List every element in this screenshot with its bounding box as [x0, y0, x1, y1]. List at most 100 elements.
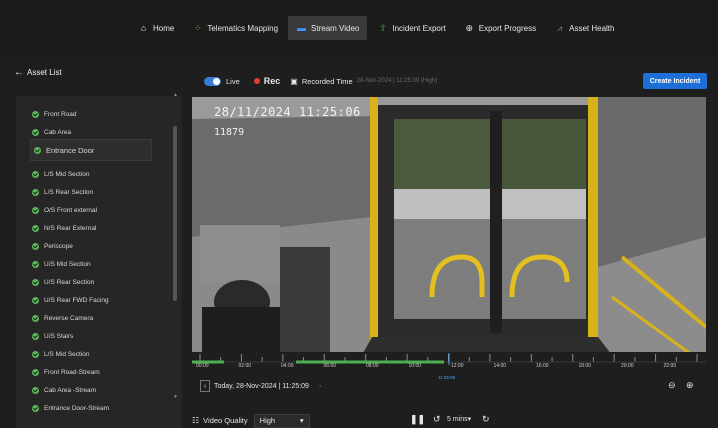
nav-item-label: Telematics Mapping	[207, 23, 279, 33]
forward-icon[interactable]: ↻	[482, 414, 490, 425]
video-feed[interactable]: 28/11/2024 11:25:06 11879	[192, 97, 706, 355]
asset-label: Entrance Door-Stream	[44, 404, 110, 412]
zoom-out-icon[interactable]: ⊖	[668, 380, 676, 391]
asset-label: Cab Area -Stream	[44, 386, 97, 394]
check-circle-icon	[32, 242, 39, 250]
back-to-asset-list[interactable]: ← Asset List	[14, 67, 62, 78]
scroll-down-arrow-icon[interactable]: ▼	[173, 394, 178, 400]
next-day-button[interactable]: ›	[319, 383, 321, 390]
asset-list-item[interactable]: Cab Area -Stream	[32, 382, 96, 398]
asset-label: U/S Stairs	[44, 332, 74, 340]
create-incident-button[interactable]: Create Incident	[643, 73, 707, 89]
asset-list-item[interactable]: L/S Mid Section	[32, 166, 90, 182]
previous-day-button[interactable]: ‹	[200, 380, 210, 392]
timeline-hour-label: 10:00	[408, 363, 422, 369]
nav-item-incident-export[interactable]: ⇧ Incident Export	[369, 16, 453, 40]
asset-label: N/S Rear External	[44, 224, 97, 232]
video-quality-select[interactable]: High ▾	[253, 413, 310, 428]
rec-label[interactable]: Rec	[264, 76, 281, 86]
asset-label: U/S Rear Section	[44, 278, 95, 286]
arrow-left-icon: ←	[14, 67, 24, 78]
asset-label: Reverse Camera	[44, 314, 94, 322]
check-circle-icon	[32, 278, 39, 286]
nav-item-asset-health[interactable]: ⩘ Asset Health	[546, 16, 622, 40]
check-circle-icon	[32, 350, 39, 358]
rewind-icon[interactable]: ↺	[433, 414, 441, 425]
timeline-hour-label: 16:00	[536, 363, 549, 369]
asset-list-item[interactable]: U/S Rear FWD Facing	[32, 292, 109, 308]
calendar-icon: ▣	[290, 76, 298, 86]
home-icon: ⌂	[140, 22, 147, 33]
asset-list-item[interactable]: Periscope	[32, 238, 73, 254]
asset-label: Front Road-Stream	[44, 368, 100, 376]
record-dot-icon	[253, 78, 260, 84]
check-circle-icon	[32, 110, 39, 118]
osd-vehicle-id: 11879	[214, 127, 245, 138]
check-circle-icon	[32, 206, 39, 214]
live-toggle[interactable]	[204, 76, 221, 86]
check-circle-icon	[32, 188, 39, 196]
asset-label: L/S Mid Section	[44, 350, 90, 358]
nav-item-export-progress[interactable]: ⊕ Export Progress	[456, 16, 544, 40]
asset-list-item[interactable]: U/S Stairs	[32, 328, 73, 344]
asset-list-item[interactable]: Entrance Door-Stream	[32, 400, 109, 416]
check-circle-icon	[32, 386, 39, 394]
asset-list-item[interactable]: Front Road	[32, 106, 77, 122]
scroll-up-arrow-icon[interactable]: ▲	[173, 92, 178, 98]
date-label: Today, 28-Nov-2024 | 11:25:09	[214, 382, 309, 390]
video-icon: ▬	[297, 22, 307, 33]
health-icon: ⩘	[557, 22, 563, 33]
check-circle-icon	[32, 224, 39, 232]
asset-label: Front Road	[44, 110, 77, 118]
asset-label: U/S Rear FWD Facing	[44, 296, 109, 304]
playhead-time-label: 11:25:09	[438, 375, 456, 380]
asset-list-item[interactable]: N/S Rear External	[32, 220, 96, 236]
timeline-hour-label: 08:00	[366, 363, 379, 369]
asset-list-item[interactable]: Front Road-Stream	[32, 364, 100, 380]
asset-label: Entrance Door	[46, 145, 95, 155]
zoom-in-icon[interactable]: ⊕	[686, 380, 694, 391]
asset-list-item[interactable]: L/S Rear Section	[32, 184, 93, 200]
nav-item-home[interactable]: ⌂ Home	[130, 16, 182, 40]
timeline-hour-label: 00:00	[196, 363, 209, 369]
live-label: Live	[226, 76, 240, 86]
asset-list-item[interactable]: L/S Mid Section	[32, 346, 90, 362]
check-circle-icon	[32, 368, 39, 376]
asset-list-item[interactable]: Cab Area	[32, 124, 71, 140]
video-quality-label: Video Quality	[203, 416, 248, 425]
timeline-hour-label: 06:00	[323, 363, 337, 369]
check-circle-icon	[32, 128, 39, 136]
nav-item-stream-video[interactable]: ▬ Stream Video	[288, 16, 368, 40]
asset-list-item[interactable]: U/S Mid Section	[32, 256, 91, 272]
settings-sliders-icon: ☷	[192, 416, 200, 425]
main-nav: ⌂ Home ⁘ Telematics Mapping ▬ Stream Video ⇧ In…	[130, 16, 624, 40]
check-circle-icon	[32, 332, 39, 340]
asset-list-item[interactable]: O/S Front external	[32, 202, 97, 218]
check-circle-icon	[32, 170, 39, 178]
timeline-hour-label: 22:00	[663, 363, 677, 369]
video-quality-value: High	[259, 416, 276, 425]
asset-label: O/S Front external	[44, 206, 98, 214]
asset-list-item[interactable]: Entrance Door	[30, 139, 152, 161]
player-controls: Live Rec ▣ Recorded Time 28-Nov-2024 | 1…	[204, 74, 437, 88]
timeline-hour-label: 12:00	[451, 363, 464, 369]
asset-list-item[interactable]: Reverse Camera	[32, 310, 93, 326]
check-circle-icon	[32, 296, 39, 304]
check-circle-icon	[34, 146, 41, 154]
top-navigation-bar: ⌂ Home ⁘ Telematics Mapping ▬ Stream Video ⇧ In…	[0, 0, 718, 56]
asset-list-item[interactable]: U/S Rear Section	[32, 274, 94, 290]
timeline-hour-label: 02:00	[238, 363, 252, 369]
bus-interior-frame	[192, 97, 706, 355]
check-circle-icon	[32, 260, 39, 268]
asset-label: Cab Area	[44, 128, 72, 136]
nav-item-label: Export Progress	[478, 23, 537, 33]
asset-list-scrollbar[interactable]	[173, 126, 177, 301]
nav-item-label: Incident Export	[392, 23, 446, 33]
recorded-time-value: 28-Nov-2024 | 11:25:09 (High)	[356, 78, 438, 84]
nav-item-telematics-mapping[interactable]: ⁘ Telematics Mapping	[184, 16, 286, 40]
pause-button[interactable]: ❚❚	[410, 414, 425, 425]
nav-item-label: Stream Video	[311, 23, 360, 33]
interval-select[interactable]: 5 mins▾	[447, 415, 471, 423]
progress-icon: ⊕	[465, 22, 474, 33]
check-circle-icon	[32, 314, 39, 322]
